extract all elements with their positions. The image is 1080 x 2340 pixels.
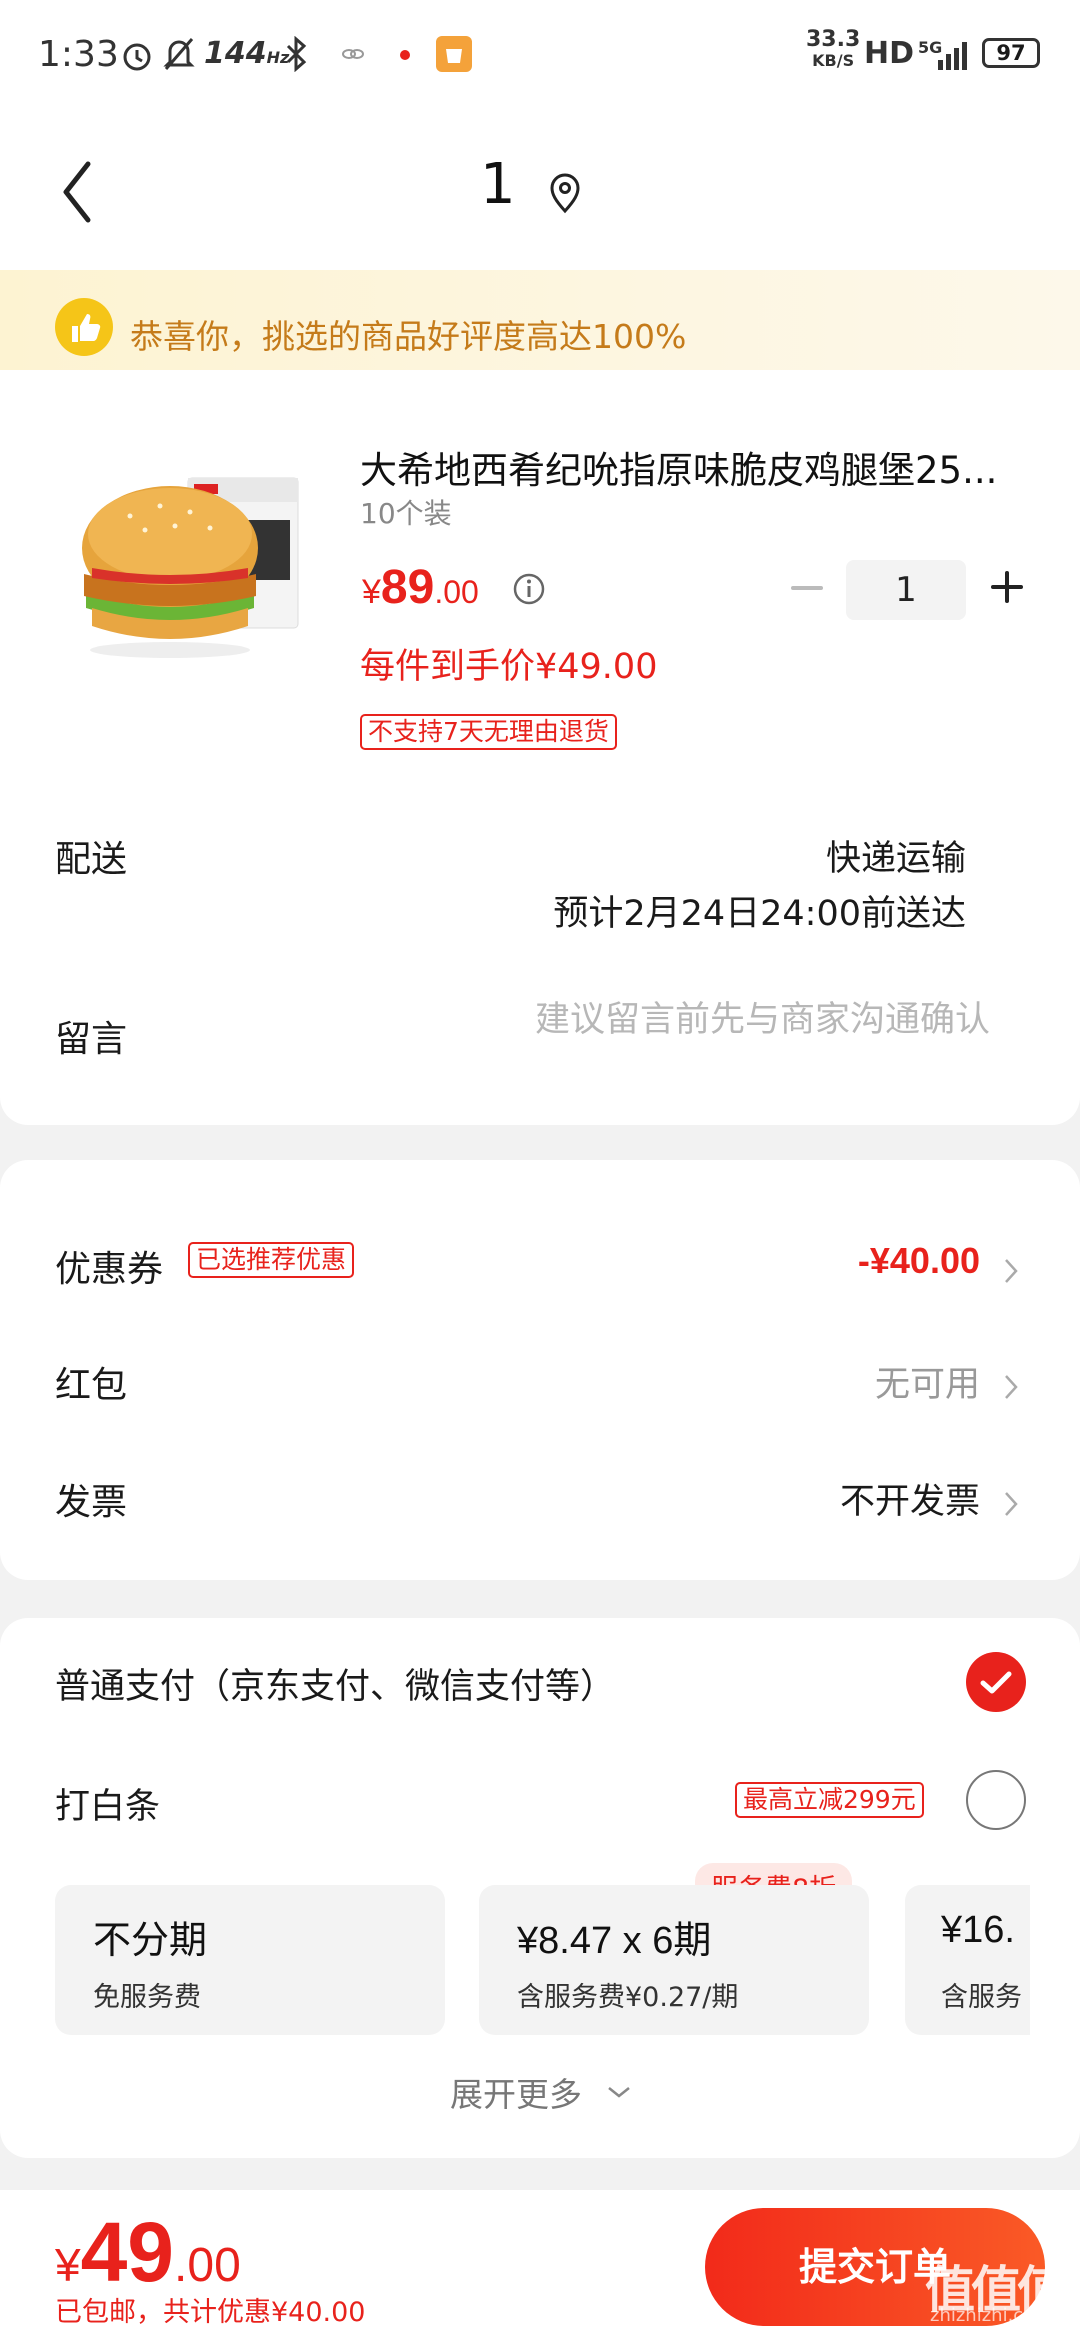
link-icon	[342, 49, 364, 59]
chevron-right-icon[interactable]	[1002, 1256, 1020, 1286]
mute-icon	[163, 38, 195, 70]
total-price: ¥49.00	[55, 2205, 241, 2299]
invoice-value[interactable]: 不开发票	[840, 1473, 980, 1524]
product-spec: 10个装	[360, 497, 452, 530]
normal-payment-radio[interactable]	[966, 1652, 1026, 1712]
alarm-icon	[123, 43, 151, 71]
message-label: 留言	[55, 1019, 128, 1060]
installment-plans: 不分期 免服务费 ¥8.47 x 6期 含服务费¥0.27/期 ¥16. 含服务	[55, 1885, 1030, 2035]
header: 1	[0, 110, 1080, 270]
redpacket-label: 红包	[55, 1365, 128, 1406]
plan-option[interactable]: ¥16. 含服务	[905, 1885, 1030, 2035]
signal-icon	[938, 42, 967, 70]
page-title: 1	[480, 152, 516, 217]
chevron-right-icon[interactable]	[1002, 1489, 1020, 1519]
quantity-increase-button[interactable]	[990, 570, 1024, 604]
hd-indicator: HD	[864, 36, 915, 71]
product-price: ¥89.00	[362, 561, 479, 614]
coupon-selected-tag: 已选推荐优惠	[188, 1242, 355, 1278]
location-pin-icon[interactable]	[545, 170, 585, 214]
checkout-bar: ¥49.00 已包邮，共计优惠¥40.00 提交订单	[0, 2190, 1080, 2340]
final-unit-price: 每件到手价¥49.00	[360, 647, 658, 687]
thumbs-up-icon	[55, 298, 113, 356]
coupon-value[interactable]: -¥40.00	[858, 1240, 980, 1282]
product-title[interactable]: 大希地西肴纪吮指原味脆皮鸡腿堡25...	[360, 440, 1020, 494]
redpacket-value[interactable]: 无可用	[875, 1356, 980, 1407]
refresh-rate: 144Hz	[204, 36, 290, 71]
banner-text: 恭喜你，挑选的商品好评度高达100%	[130, 317, 687, 356]
payment-card: 普通支付（京东支付、微信支付等） 打白条 最高立减299元 服务费8折 不分期 …	[0, 1618, 1080, 2158]
shopping-app-icon	[436, 36, 472, 72]
info-icon[interactable]	[512, 572, 546, 606]
baitiao-discount-tag: 最高立减299元	[735, 1782, 924, 1818]
back-arrow-icon[interactable]	[50, 152, 110, 232]
quantity-decrease-button[interactable]	[790, 568, 824, 608]
status-time: 1:33	[38, 34, 119, 75]
chevron-right-icon[interactable]	[1002, 1372, 1020, 1402]
order-item-card: 大希地西肴纪吮指原味脆皮鸡腿堡25... 10个装 ¥89.00 1 每件到手价…	[0, 370, 1080, 1125]
app-notification-icon	[400, 50, 410, 60]
status-bar: 1:33 144Hz 33.3 KB/S HD 5G 97	[0, 0, 1080, 110]
message-input[interactable]	[430, 1000, 990, 1040]
plan-subtitle: 含服务	[941, 1982, 1022, 2013]
invoice-label: 发票	[55, 1482, 128, 1523]
delivery-eta: 预计2月24日24:00前送达	[553, 894, 966, 934]
plan-option[interactable]: 不分期 免服务费	[55, 1885, 445, 2035]
plan-subtitle: 含服务费¥0.27/期	[517, 1982, 739, 2013]
chevron-down-icon[interactable]	[606, 2084, 632, 2100]
coupon-label: 优惠券	[55, 1249, 164, 1290]
watermark-site: zhizhizhi.com	[930, 2305, 1052, 2326]
bluetooth-icon	[286, 36, 307, 72]
baitiao-radio[interactable]	[966, 1770, 1026, 1830]
plan-option[interactable]: ¥8.47 x 6期 含服务费¥0.27/期	[479, 1885, 869, 2035]
expand-more-button[interactable]: 展开更多	[450, 2068, 582, 2116]
delivery-label: 配送	[55, 839, 128, 880]
no-return-tag: 不支持7天无理由退货	[360, 714, 617, 750]
plan-title: ¥8.47 x 6期	[517, 1920, 712, 1962]
total-summary: 已包邮，共计优惠¥40.00	[55, 2297, 366, 2328]
quantity-value[interactable]: 1	[846, 560, 966, 620]
baitiao-label[interactable]: 打白条	[55, 1778, 160, 1829]
product-image[interactable]	[70, 450, 310, 670]
delivery-method: 快递运输	[825, 839, 966, 879]
normal-payment-label[interactable]: 普通支付（京东支付、微信支付等）	[55, 1658, 615, 1709]
plan-title: 不分期	[93, 1918, 208, 1962]
net-speed: 33.3 KB/S	[806, 27, 861, 71]
plan-title: ¥16.	[941, 1909, 1015, 1951]
plan-subtitle: 免服务费	[93, 1982, 201, 2013]
discount-card: 优惠券 已选推荐优惠 -¥40.00 红包 无可用 发票 不开发票	[0, 1160, 1080, 1580]
battery-indicator: 97	[982, 38, 1040, 68]
checkmark-icon	[980, 1671, 1012, 1694]
